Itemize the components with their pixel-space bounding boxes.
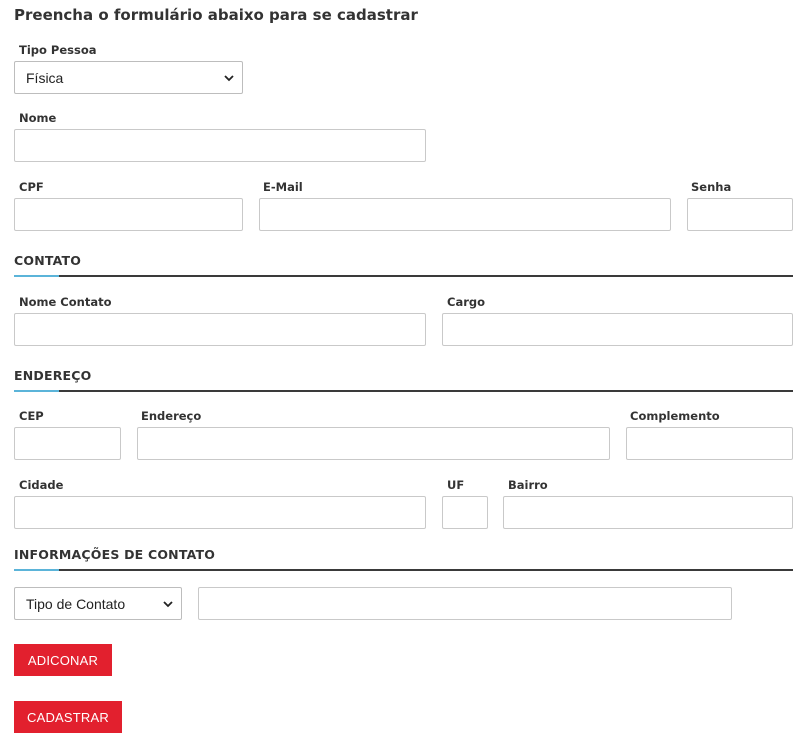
endereco-divider (14, 390, 793, 392)
contato-divider (14, 275, 793, 277)
tipo-pessoa-label: Tipo Pessoa (19, 43, 97, 57)
chevron-down-icon (163, 600, 173, 607)
complemento-input[interactable] (626, 427, 793, 460)
nome-contato-input[interactable] (14, 313, 426, 346)
info-contato-section-title: INFORMAÇÕES DE CONTATO (14, 547, 216, 562)
cadastrar-button[interactable]: CADASTRAR (14, 701, 122, 733)
cpf-label: CPF (19, 180, 44, 194)
email-input[interactable] (259, 198, 671, 231)
endereco-divider-accent (14, 390, 59, 392)
contato-section-title: CONTATO (14, 253, 82, 268)
info-contato-divider-accent (14, 569, 59, 571)
tipo-contato-select[interactable]: Tipo de Contato (14, 587, 182, 620)
endereco-label: Endereço (141, 409, 202, 423)
nome-input[interactable] (14, 129, 426, 162)
bairro-input[interactable] (503, 496, 793, 529)
uf-label: UF (447, 478, 465, 492)
cidade-input[interactable] (14, 496, 426, 529)
cidade-label: Cidade (19, 478, 64, 492)
nome-contato-label: Nome Contato (19, 295, 112, 309)
contato-divider-accent (14, 275, 59, 277)
cargo-input[interactable] (442, 313, 793, 346)
contato-valor-input[interactable] (198, 587, 732, 620)
uf-input[interactable] (442, 496, 488, 529)
tipo-pessoa-select[interactable]: Física (14, 61, 243, 94)
tipo-pessoa-value: Física (26, 69, 64, 86)
endereco-section-title: ENDEREÇO (14, 368, 92, 383)
cargo-label: Cargo (447, 295, 486, 309)
cpf-input[interactable] (14, 198, 243, 231)
nome-label: Nome (19, 111, 57, 125)
complemento-label: Complemento (630, 409, 720, 423)
bairro-label: Bairro (508, 478, 548, 492)
tipo-contato-value: Tipo de Contato (26, 595, 126, 612)
adicionar-button[interactable]: ADICONAR (14, 644, 112, 676)
cep-label: CEP (19, 409, 44, 423)
endereco-input[interactable] (137, 427, 610, 460)
chevron-down-icon (224, 74, 234, 81)
cep-input[interactable] (14, 427, 121, 460)
senha-input[interactable] (687, 198, 793, 231)
info-contato-divider (14, 569, 793, 571)
email-label: E-Mail (263, 180, 303, 194)
page-title: Preencha o formulário abaixo para se cad… (14, 6, 418, 24)
senha-label: Senha (691, 180, 732, 194)
